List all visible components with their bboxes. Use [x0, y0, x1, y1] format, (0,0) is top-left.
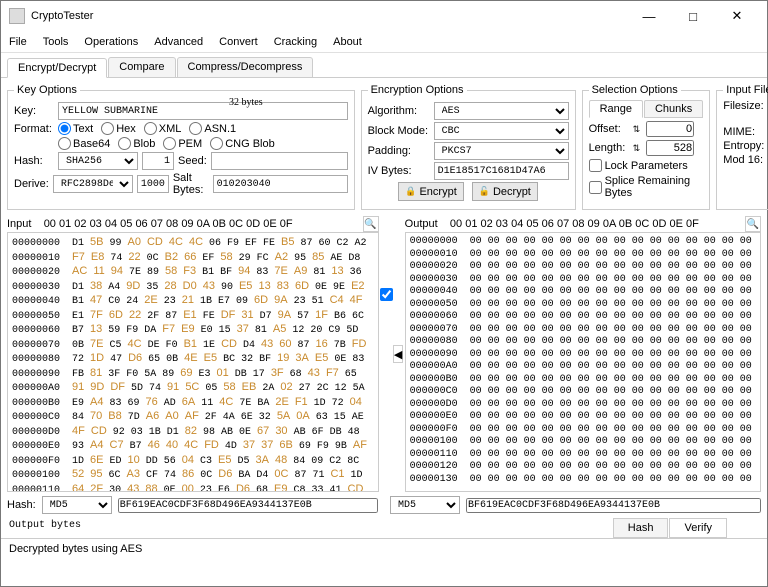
input-hash-alg-select[interactable]: MD5	[42, 496, 112, 514]
app-icon	[9, 8, 25, 24]
hash-label: Hash:	[14, 155, 54, 167]
selection-options-legend: Selection Options	[589, 84, 681, 96]
input-file-info: Input File Info Filesize:528 bytesMIME:u…	[716, 84, 768, 210]
link-check[interactable]	[380, 288, 393, 301]
menu-cracking[interactable]: Cracking	[274, 36, 317, 48]
radio-hex[interactable]: Hex	[101, 122, 136, 135]
menu-about[interactable]: About	[333, 36, 362, 48]
offset-label: Offset:	[589, 123, 627, 135]
derive-select[interactable]: RFC2898Deri...	[53, 175, 133, 193]
padding-select[interactable]: PKCS7	[434, 142, 569, 160]
derive-label: Derive:	[14, 178, 49, 190]
seed-input[interactable]	[211, 152, 348, 170]
hex-header-input: 00 01 02 03 04 05 06 07 08 09 0A 0B 0C 0…	[31, 218, 292, 230]
radio-blob[interactable]: Blob	[118, 137, 155, 150]
unlock-icon: 🔓	[479, 186, 490, 197]
length-input[interactable]	[646, 140, 694, 156]
derive-count-input[interactable]	[137, 175, 169, 193]
block-mode-select[interactable]: CBC	[434, 122, 569, 140]
radio-cngblob[interactable]: CNG Blob	[210, 137, 275, 150]
output-hash-alg-select[interactable]: MD5	[390, 496, 460, 514]
window-title: CryptoTester	[31, 10, 627, 22]
padding-label: Padding:	[368, 145, 430, 157]
output-hash-value[interactable]	[466, 498, 761, 513]
hash-alg-select[interactable]: SHA256	[58, 152, 138, 170]
statusbar: Decrypted bytes using AES	[1, 538, 767, 558]
key-options: Key Options Key: 32 bytes Format: Text H…	[7, 84, 355, 210]
input-label: Input	[7, 218, 31, 230]
menu-operations[interactable]: Operations	[84, 36, 138, 48]
hash-count-input[interactable]	[142, 152, 174, 170]
input-hex-view[interactable]: 00000000 D1 5B 99 A0 CD 4C 4C 06 F9 EF F…	[7, 232, 379, 492]
menubar: File Tools Operations Advanced Convert C…	[1, 31, 767, 53]
tab-compress[interactable]: Compress/Decompress	[177, 57, 314, 77]
length-label: Length:	[589, 142, 627, 154]
offset-input[interactable]	[646, 121, 694, 137]
format-label: Format:	[14, 123, 54, 135]
salt-label: Salt Bytes:	[173, 172, 209, 196]
search-icon[interactable]: 🔍	[363, 216, 379, 232]
tab-range[interactable]: Range	[589, 100, 643, 118]
splice-check[interactable]: Splice Remaining Bytes	[589, 175, 704, 199]
menu-advanced[interactable]: Advanced	[154, 36, 203, 48]
main-tabs: Encrypt/Decrypt Compare Compress/Decompr…	[1, 53, 767, 78]
key-label: Key:	[14, 105, 54, 117]
encryption-options-legend: Encryption Options	[368, 84, 467, 96]
algorithm-label: Algorithm:	[368, 105, 430, 117]
algorithm-select[interactable]: AES	[434, 102, 569, 120]
lock-icon: 🔒	[405, 186, 416, 197]
key-input[interactable]	[58, 102, 348, 120]
menu-file[interactable]: File	[9, 36, 27, 48]
radio-text[interactable]: Text	[58, 122, 93, 135]
key-options-legend: Key Options	[14, 84, 80, 96]
info-label: Entropy:	[723, 140, 764, 152]
info-label: Mod 16:	[723, 154, 764, 166]
radio-xml[interactable]: XML	[144, 122, 182, 135]
salt-input[interactable]	[213, 175, 348, 193]
info-label: MIME:	[723, 126, 764, 138]
tab-chunks[interactable]: Chunks	[644, 100, 703, 118]
key-byte-count: 32 bytes	[229, 97, 263, 108]
search-icon[interactable]: 🔍	[745, 216, 761, 232]
selection-options: Selection Options Range Chunks Offset:⇅ …	[582, 84, 711, 210]
info-label: Filesize:	[723, 100, 764, 124]
input-hash-value[interactable]	[118, 498, 378, 513]
radio-base64[interactable]: Base64	[58, 137, 110, 150]
encryption-options: Encryption Options Algorithm: AES Block M…	[361, 84, 576, 210]
menu-convert[interactable]: Convert	[219, 36, 258, 48]
output-hex-view[interactable]: 00000000 00 00 00 00 00 00 00 00 00 00 0…	[405, 232, 761, 492]
radio-asn1[interactable]: ASN.1	[189, 122, 236, 135]
block-mode-label: Block Mode:	[368, 125, 430, 137]
hash-row-label: Hash:	[7, 499, 36, 511]
output-label: Output	[405, 218, 438, 230]
radio-pem[interactable]: PEM	[163, 137, 202, 150]
iv-input[interactable]	[434, 162, 569, 180]
minimize-button[interactable]: ―	[627, 2, 671, 30]
close-button[interactable]: ✕	[715, 2, 759, 30]
tab-hash[interactable]: Hash	[613, 518, 669, 538]
seed-label: Seed:	[178, 155, 207, 167]
titlebar: CryptoTester ― □ ✕	[1, 1, 767, 31]
encrypt-button[interactable]: 🔒Encrypt	[398, 182, 464, 201]
output-bytes-label: Output bytes	[1, 518, 384, 533]
iv-label: IV Bytes:	[368, 165, 430, 177]
tab-compare[interactable]: Compare	[108, 57, 175, 77]
maximize-button[interactable]: □	[671, 2, 715, 30]
tab-verify[interactable]: Verify	[669, 518, 727, 538]
tab-encrypt-decrypt[interactable]: Encrypt/Decrypt	[7, 58, 107, 78]
lock-params-check[interactable]: Lock Parameters	[589, 159, 688, 172]
hex-header-output: 00 01 02 03 04 05 06 07 08 09 0A 0B 0C 0…	[438, 218, 699, 230]
transfer-icon[interactable]: ◀	[393, 345, 403, 363]
file-info-legend: Input File Info	[723, 84, 768, 96]
decrypt-button[interactable]: 🔓Decrypt	[472, 182, 538, 201]
menu-tools[interactable]: Tools	[43, 36, 69, 48]
